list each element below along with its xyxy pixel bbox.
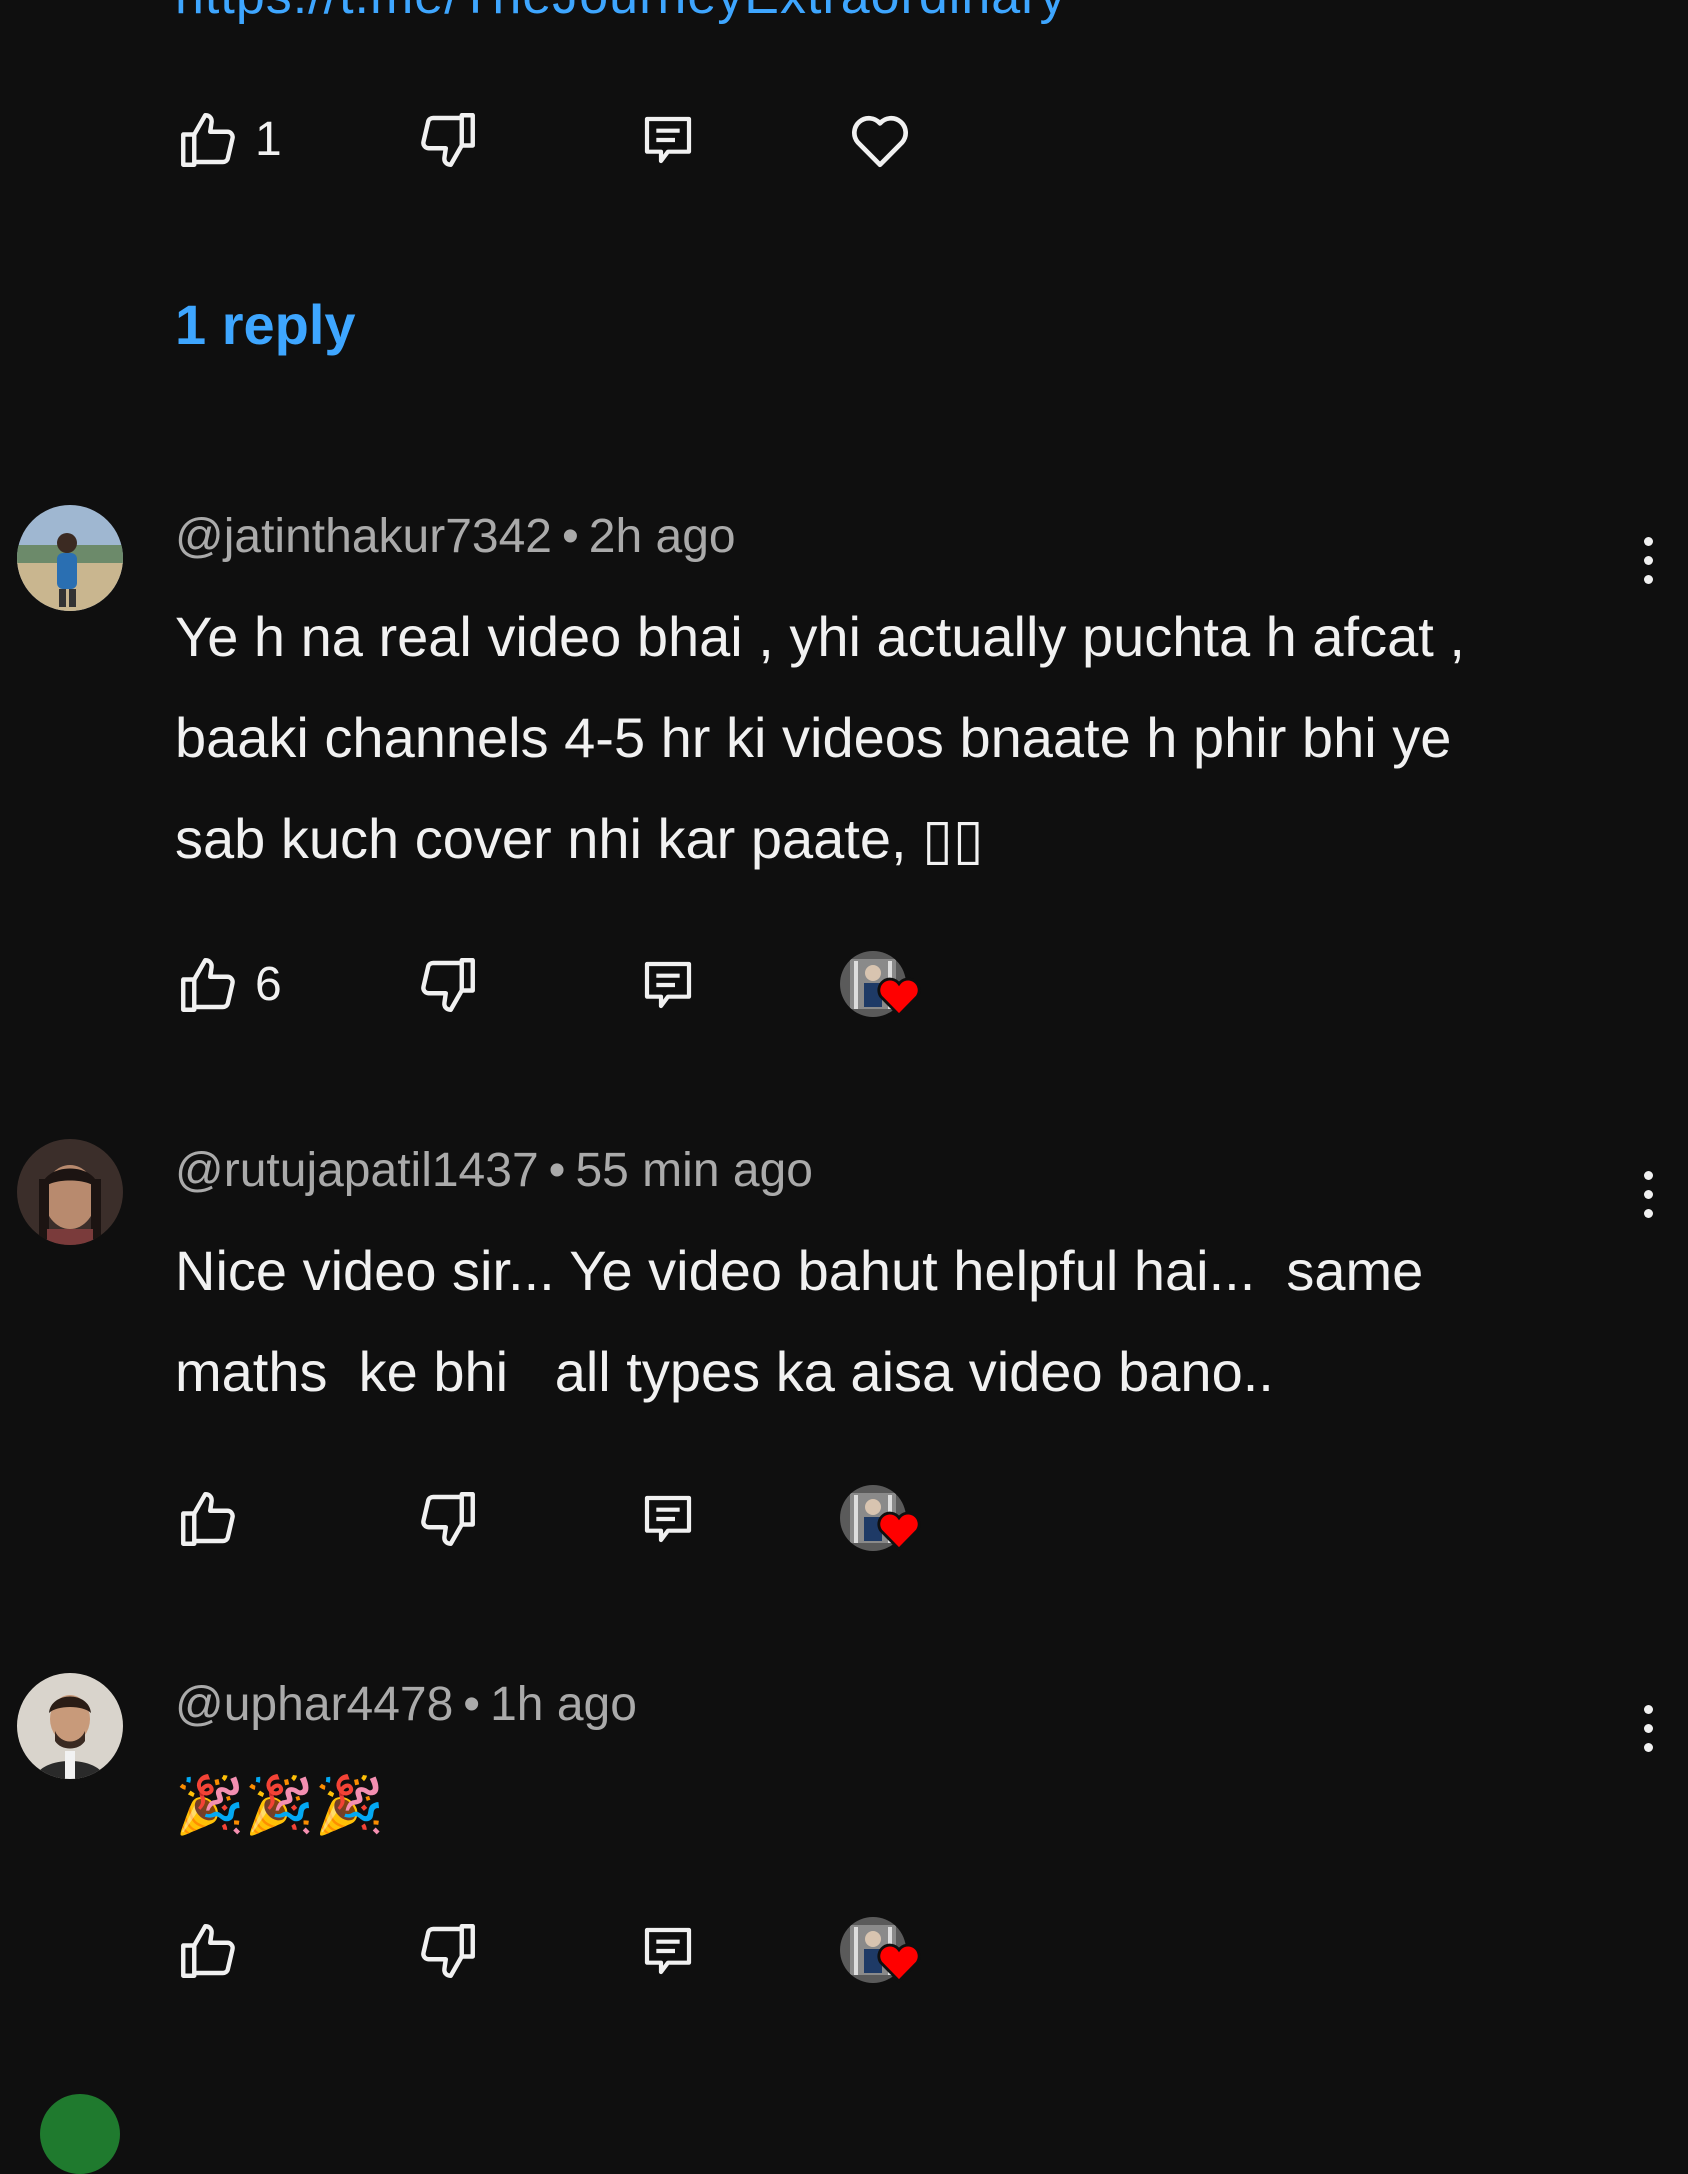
thumbs-up-icon (175, 1918, 241, 1984)
reply-button[interactable] (640, 100, 696, 180)
thumbs-up-icon (175, 107, 241, 173)
heart-icon (876, 1509, 922, 1556)
reply-icon (640, 112, 696, 168)
meta-separator: • (463, 1678, 481, 1731)
comments-page: https://t.me/TheJourneyExtraordinary 1 1… (0, 0, 1688, 2174)
dislike-button[interactable] (415, 1479, 481, 1559)
reply-icon (640, 1923, 696, 1979)
creator-heart-button[interactable] (845, 100, 915, 180)
more-vert-icon[interactable] (1630, 1163, 1666, 1227)
comment-time: 55 min ago (575, 1144, 813, 1197)
thumbs-down-icon (415, 107, 481, 173)
comment-actions (175, 1911, 1075, 1991)
avatar[interactable] (40, 2094, 120, 2174)
creator-heart-badge[interactable] (840, 1911, 936, 1991)
thumbs-up-icon (175, 1486, 241, 1552)
thumbs-down-icon (415, 1918, 481, 1984)
like-count: 6 (255, 958, 282, 1011)
meta-separator: • (561, 510, 579, 563)
creator-heart-badge[interactable] (840, 945, 936, 1025)
comment-text: Ye h na real video bhai , yhi actually p… (175, 605, 1465, 870)
like-button[interactable] (175, 1479, 255, 1559)
creator-heart-badge[interactable] (840, 1479, 936, 1559)
more-vert-icon[interactable] (1630, 1697, 1666, 1761)
like-button[interactable]: 1 (175, 100, 282, 180)
heart-outline-icon (845, 105, 915, 175)
avatar[interactable] (17, 1139, 123, 1245)
like-count: 1 (255, 113, 282, 166)
reply-icon (640, 957, 696, 1013)
comment-time: 2h ago (588, 510, 736, 563)
comment-author[interactable]: @rutujapatil1437 (175, 1144, 539, 1197)
dislike-button[interactable] (415, 1911, 481, 1991)
dislike-button[interactable] (415, 945, 481, 1025)
dislike-button[interactable] (415, 100, 481, 180)
comment-actions: 1 (175, 100, 1075, 180)
replies-toggle[interactable]: 1 reply (175, 292, 356, 357)
comment-meta: @uphar4478 • 1h ago (175, 1677, 637, 1732)
comment-meta: @rutujapatil1437 • 55 min ago (175, 1143, 813, 1198)
comment-time: 1h ago (490, 1678, 637, 1731)
meta-separator: • (548, 1144, 566, 1197)
reply-button[interactable] (640, 1479, 696, 1559)
comment-author[interactable]: @uphar4478 (175, 1678, 453, 1731)
comment-actions (175, 1479, 1075, 1559)
comment-actions: 6 (175, 945, 1075, 1025)
thumbs-down-icon (415, 952, 481, 1018)
thumbs-down-icon (415, 1486, 481, 1552)
reply-button[interactable] (640, 1911, 696, 1991)
like-button[interactable]: 6 (175, 945, 282, 1025)
avatar[interactable] (17, 505, 123, 611)
more-vert-icon[interactable] (1630, 529, 1666, 593)
avatar[interactable] (17, 1673, 123, 1779)
comment-meta: @jatinthakur7342 • 2h ago (175, 509, 736, 564)
heart-icon (876, 1941, 922, 1988)
reply-button[interactable] (640, 945, 696, 1025)
reply-icon (640, 1491, 696, 1547)
comment-text: 🎉🎉🎉 (175, 1773, 385, 1836)
comment-text: Nice video sir... Ye video bahut helpful… (175, 1239, 1424, 1403)
like-button[interactable] (175, 1911, 255, 1991)
comment-author[interactable]: @jatinthakur7342 (175, 510, 552, 563)
telegram-link[interactable]: https://t.me/TheJourneyExtraordinary (175, 0, 1067, 26)
thumbs-up-icon (175, 952, 241, 1018)
heart-icon (876, 975, 922, 1022)
